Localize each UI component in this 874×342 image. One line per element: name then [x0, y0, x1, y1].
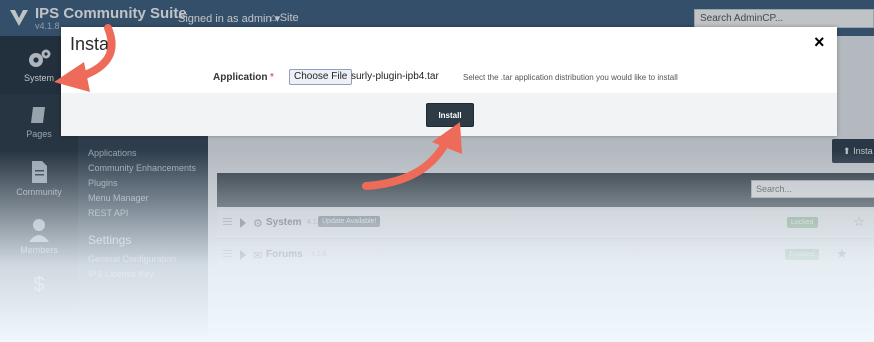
choose-file-button[interactable]: Choose File: [289, 69, 353, 85]
field-hint: Select the .tar application distribution…: [463, 73, 678, 82]
modal-footer: Install: [61, 93, 837, 136]
selected-file-name: surly-plugin-ipb4.tar: [351, 71, 439, 82]
required-marker: *: [270, 72, 274, 83]
install-modal: Insta × Application * Choose File surly-…: [61, 27, 837, 136]
modal-title: Insta: [70, 34, 110, 54]
close-icon[interactable]: ×: [814, 32, 825, 53]
install-button[interactable]: Install: [426, 103, 474, 127]
application-field-label: Application: [213, 72, 268, 83]
